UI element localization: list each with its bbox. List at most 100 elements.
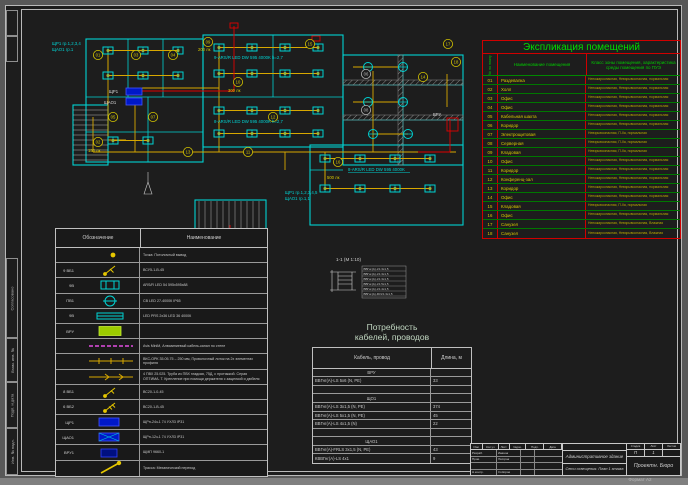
stamp-sign-rows: Разраб.ИвановПров.ПетровН.контр.Сидоров <box>471 450 562 475</box>
vru-cabinet-icon <box>75 324 139 338</box>
room-number-tag: 02 <box>93 137 102 146</box>
legend-row: ЩАО1ЩРн-12з-1 74 УХЛ3 IP31 <box>56 430 267 445</box>
panel-box-icon <box>75 446 139 460</box>
explication-table: Экспликация помещений № по плану Наимено… <box>482 40 681 239</box>
fixture-group-label: 8-ARS/R LED DW 595 4000K <box>348 167 405 172</box>
svg-text:06: 06 <box>364 72 369 77</box>
room-number-tag: 03 <box>131 50 140 59</box>
svg-text:02: 02 <box>96 140 101 145</box>
legend-row: Точка: Потолочный вывод <box>56 248 267 263</box>
explication-rows: 01РаздевалкаНепожароопасная, Невзрывоопа… <box>482 76 681 239</box>
svg-text:15: 15 <box>308 42 313 47</box>
room-number-tag: 06 <box>361 69 370 78</box>
illuminance-label: 200 лк <box>198 47 211 52</box>
explication-row: 16ОфисНепожароопасная, Невзрывоопасная, … <box>483 211 680 220</box>
organization-name: Проектн. Бюро <box>627 457 680 476</box>
explication-title: Экспликация помещений <box>482 40 681 54</box>
section-detail-drawing: ВВГнг(А)-LS 3х1,5ВВГнг(А)-LS 3х1,5ВВГнг(… <box>326 262 410 304</box>
svg-text:14: 14 <box>421 75 426 80</box>
panel-label: ЩР1 <box>109 89 119 94</box>
illuminance-label: 300 лк <box>228 88 241 93</box>
svg-text:ВВГнг(А)-LS 3х1,5: ВВГнг(А)-LS 3х1,5 <box>364 272 389 276</box>
cable-row: ВВГнг(А)-LS 4х1,5 (N)22 <box>313 420 471 429</box>
round-luminaire-icon <box>75 294 139 308</box>
switch-icon <box>75 263 139 277</box>
cad-sheet-screenshot: Согласовано Взам. инв. № Подп. и дата Ин… <box>0 0 688 485</box>
sheet-value: 1 <box>645 450 663 456</box>
window-bottom-edge <box>0 478 688 485</box>
svg-text:01: 01 <box>96 53 101 58</box>
svg-text:07: 07 <box>151 115 156 120</box>
cable-row: ВВГнг(А)-LS 5х1,5 (N, PE)45 <box>313 412 471 421</box>
explication-row: 09КладоваяНевзрывоопасная, П-IIа, нормал… <box>483 148 680 157</box>
room-number-tag: 11 <box>243 147 252 156</box>
stage-label: Стадия <box>627 444 645 449</box>
panel-group-label: ЩР1 гр.1,2,3,4 <box>52 41 81 46</box>
explication-row: 05Кабельная шахтаНепожароопасная, Невзры… <box>483 112 680 121</box>
legend-table: Обозначение Наименование Точка: Потолочн… <box>55 228 268 477</box>
sheet-label: Лист <box>645 444 663 449</box>
svg-text:13: 13 <box>186 150 191 155</box>
floor-plan: 010203040506070809101112131415161718 ЩР1… <box>48 22 468 237</box>
cable-demand-table: Потребность кабелей, проводов Кабель, пр… <box>312 323 472 464</box>
cable-rows: ВРУВВГнг(А)-LS 5х6 (N, PE)33ЩО1ВВГнг(А)-… <box>313 369 471 464</box>
svg-text:05: 05 <box>111 115 116 120</box>
legend-row: ПВ1СВ LED 27-4000К IP65 <box>56 294 267 309</box>
panel-group-label: ЩАО1 гр.1,1 <box>285 196 310 201</box>
room-number-tag: 04 <box>168 50 177 59</box>
svg-text:16: 16 <box>336 160 341 165</box>
room-number-tag: 10 <box>233 77 242 86</box>
legend-row: 9ВLED PRS 2х36 LED 36 4000К <box>56 309 267 324</box>
explication-row: 07ЭлектрощитоваяНевзрывоопасная, П-IIа, … <box>483 130 680 139</box>
vzam-inv-label: Взам. инв. № <box>6 338 18 382</box>
stamp-header-cell: Лист <box>499 444 510 449</box>
cable-row: ВВГнг(А)-FRLS 3х1,5 (N, PE)43 <box>313 446 471 455</box>
svg-text:17: 17 <box>446 42 451 47</box>
drawing-title: Сети освещения. План 1 этажа <box>563 464 626 476</box>
panel-group-label: ЩР1 гр.1,2,3,4,5 <box>285 190 318 195</box>
svg-text:10: 10 <box>236 80 241 85</box>
explication-row: 18СанузелНепожароопасная, Невзрывоопасна… <box>483 229 680 238</box>
illuminance-label: 150 лк <box>88 148 101 153</box>
conduit-icon <box>75 370 139 384</box>
section-detail: 1-1 (М 1:10) ВВГнг(А)-LS 3х1,5ВВГнг(А)-L… <box>326 257 410 307</box>
square-luminaire-icon <box>75 278 139 292</box>
explication-row: 12Конференц-залНепожароопасная, Невзрыво… <box>483 175 680 184</box>
cable-row: ВРУ <box>313 369 471 378</box>
svg-text:03: 03 <box>134 53 139 58</box>
legend-header: Обозначение Наименование <box>56 229 267 248</box>
panel-board-icon <box>75 415 139 429</box>
room-number-tag: 16 <box>333 157 342 166</box>
room-number-tag: 14 <box>418 72 427 81</box>
explication-row: 04ОфисНепожароопасная, Невзрывоопасная, … <box>483 103 680 112</box>
explication-row: 08СервернаяНевзрывоопасная, П-IIа, норма… <box>483 139 680 148</box>
explication-row: 01РаздевалкаНепожароопасная, Невзрывоопа… <box>483 76 680 85</box>
svg-text:08: 08 <box>364 108 369 113</box>
cable-table-title: Потребность кабелей, проводов <box>312 323 472 343</box>
explication-row: 06КоридорНепожароопасная, Невзрывоопасна… <box>483 121 680 130</box>
stamp-header-cell: Кол.уч <box>483 444 499 449</box>
title-block: Изм.Кол.учЛист№док.Подп.Дата Разраб.Иван… <box>470 443 681 476</box>
room-number-tag: 09 <box>203 37 212 46</box>
inv-podl-label: Инв. № подл. <box>6 428 18 475</box>
antenna-symbol <box>144 172 152 194</box>
panel-board-x-icon <box>75 430 139 444</box>
stamp-sign-row: Н.контр.Сидоров <box>471 470 562 476</box>
stamp-header-cell: Дата <box>544 444 562 449</box>
cable-table-header: Кабель, провод Длина, м <box>313 348 471 369</box>
legend-row: ВРУ1ЩМП 9660-1 <box>56 445 267 460</box>
explication-row: 13КоридорНепожароопасная, Невзрывоопасна… <box>483 184 680 193</box>
room-number-tag: 08 <box>361 105 370 114</box>
explication-row: 17СанузелНепожароопасная, Невзрывоопасна… <box>483 220 680 229</box>
format-note: Формат А2 <box>598 477 682 482</box>
cable-row: ВВГнг(А)-LS 3х1,5 (N, PE)374 <box>313 403 471 412</box>
stamp-header-cell: №док. <box>510 444 527 449</box>
podp-data-label: Подп. и дата <box>6 382 18 428</box>
legend-row: 6 ВБ2ВС20-1-В-45 <box>56 400 267 415</box>
svg-text:ВВГнг(А)-LS 3х1,5: ВВГнг(А)-LS 3х1,5 <box>364 267 389 271</box>
legend-row: ВРУ <box>56 324 267 339</box>
room-number-tag: 18 <box>451 57 460 66</box>
doc-code-cell <box>563 444 626 451</box>
agreed-label: Согласовано <box>6 258 18 338</box>
switch-two-key-icon <box>75 400 139 414</box>
